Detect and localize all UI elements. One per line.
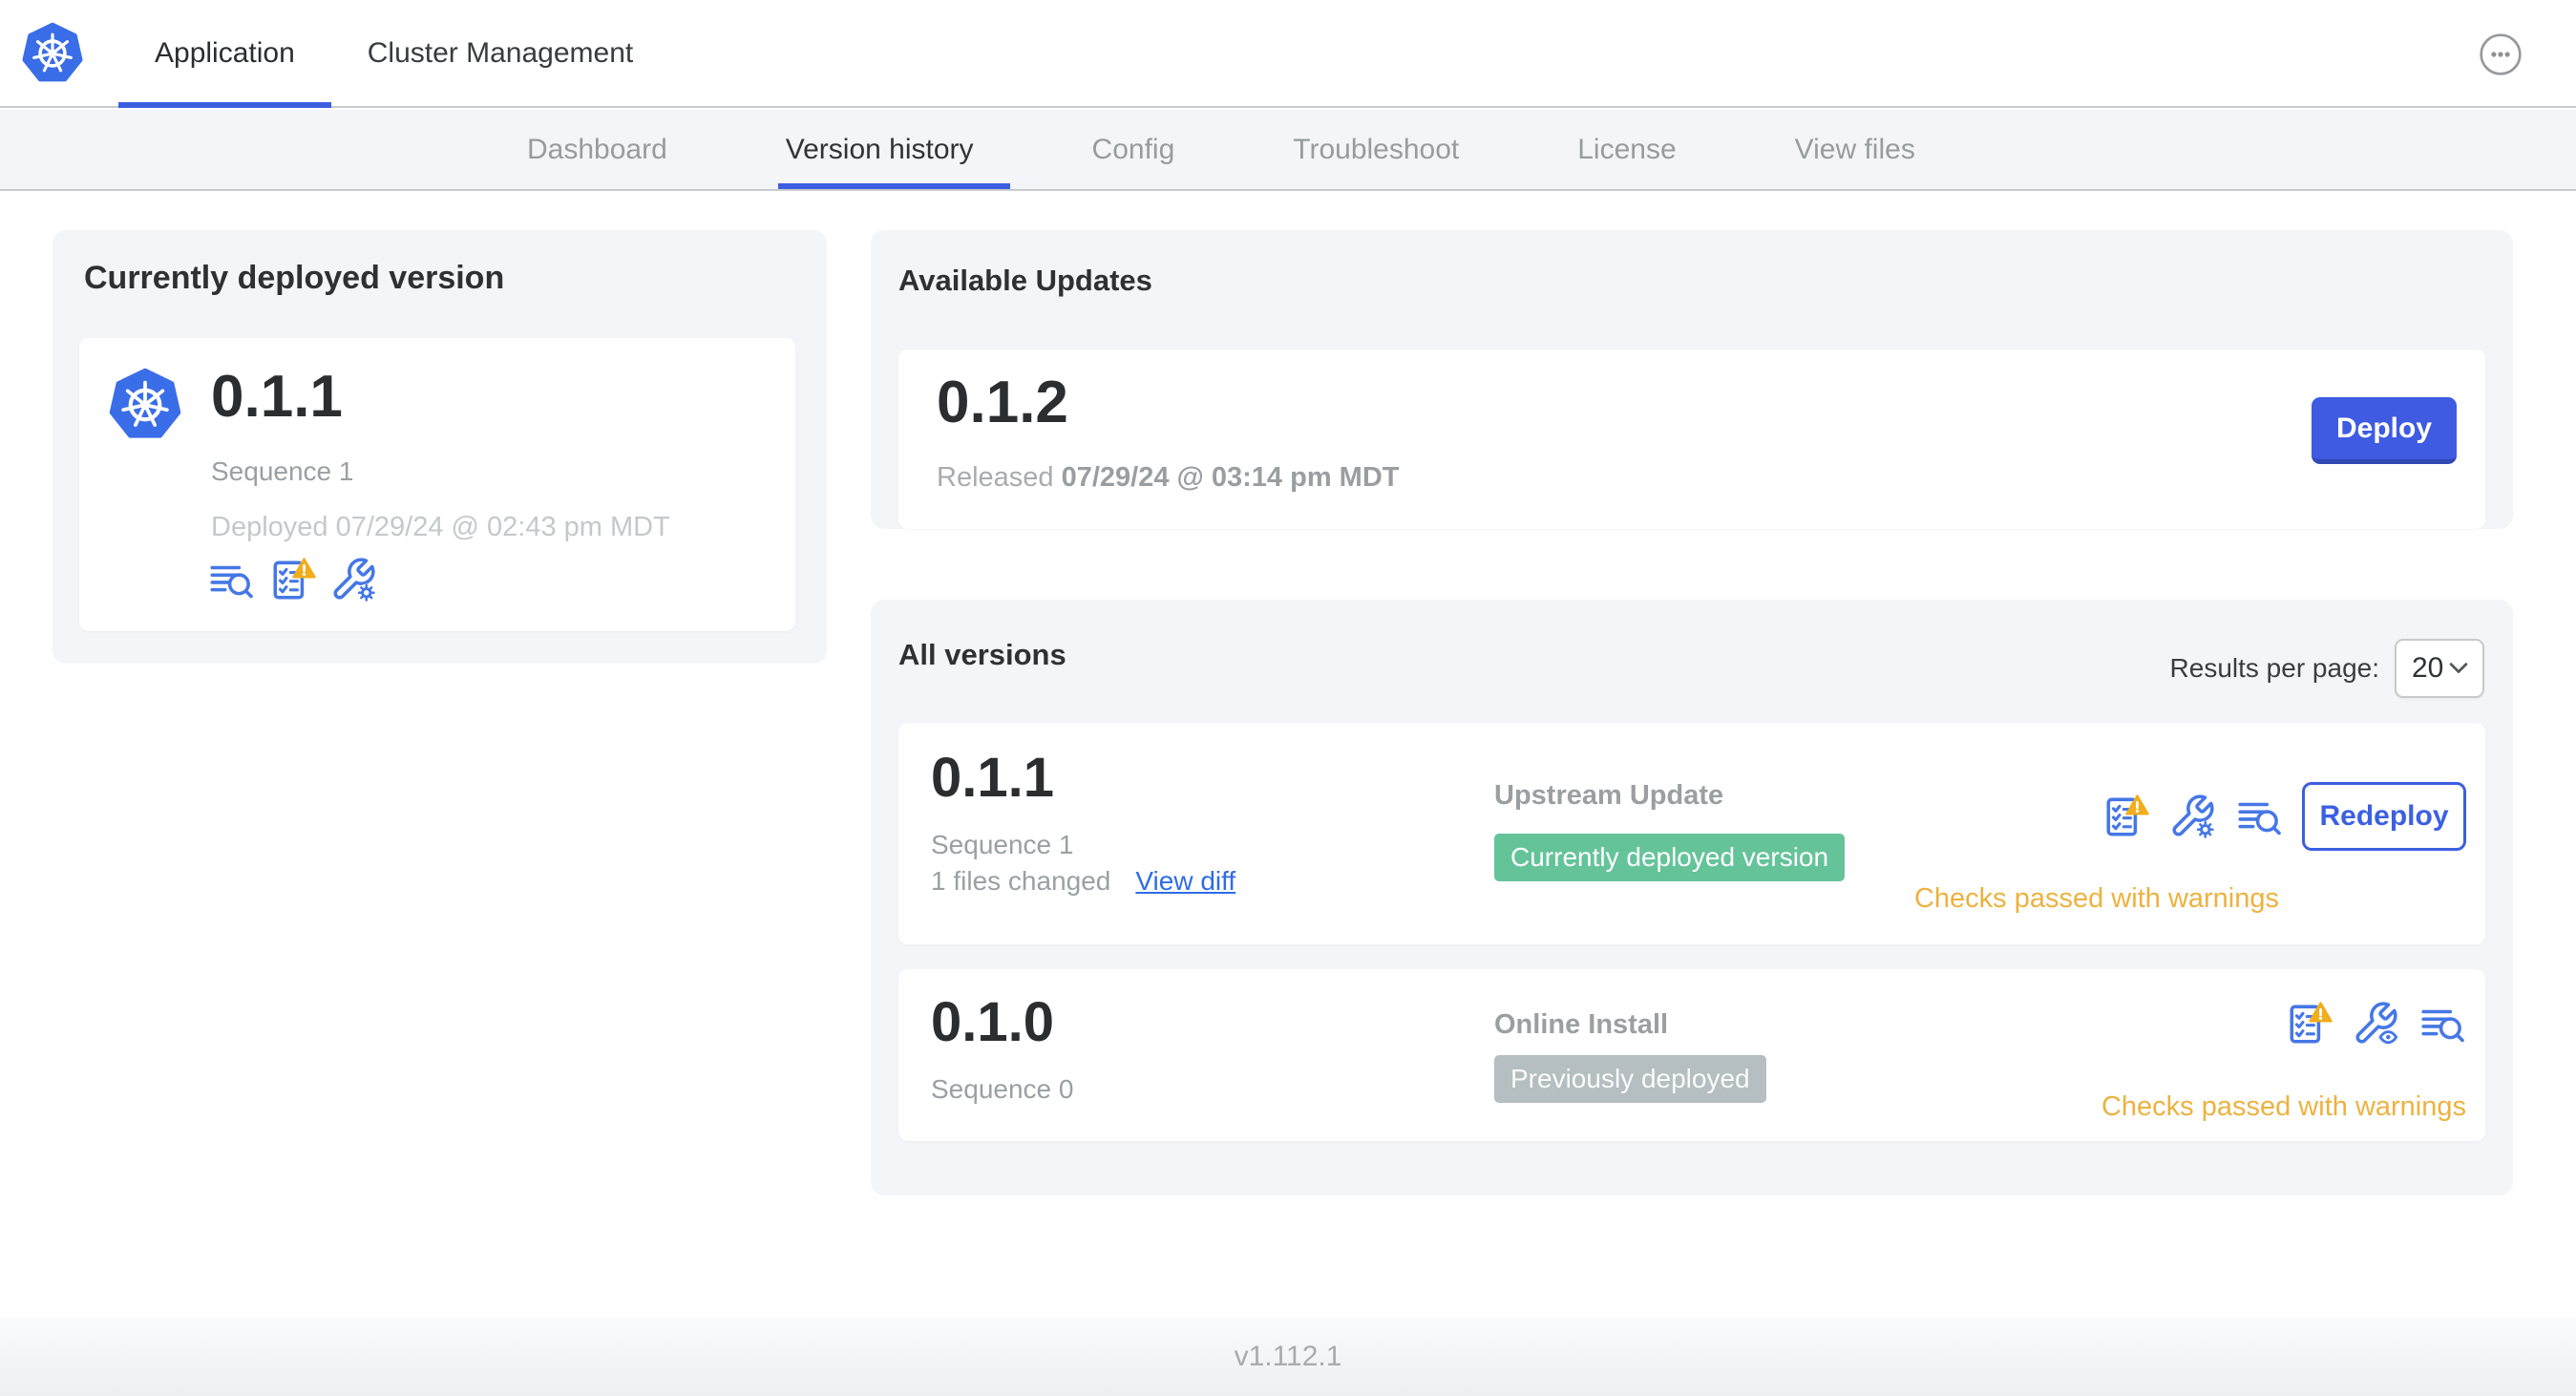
deployed-version-number: 0.1.1 [211, 364, 343, 430]
app-footer: v1.112.1 [0, 1318, 2576, 1396]
currently-deployed-title: Currently deployed version [84, 260, 505, 296]
update-released-timestamp: Released 07/29/24 @ 03:14 pm MDT [937, 462, 1400, 493]
results-per-page-control: Results per page: 20 [2170, 639, 2484, 698]
all-versions-title: All versions [898, 638, 1066, 671]
row-sequence: Sequence 0 [931, 1074, 1074, 1104]
tab-version-history[interactable]: Version history [727, 110, 1033, 189]
row-source: Online Install [1494, 1009, 1669, 1040]
all-versions-card: All versions Results per page: 20 0.1.1 … [871, 600, 2513, 1195]
app-subnav: Dashboard Version history Config Trouble… [0, 110, 2576, 191]
tab-cluster-management[interactable]: Cluster Management [331, 0, 669, 106]
results-per-page-select[interactable]: 20 [2395, 639, 2484, 698]
more-menu-button[interactable] [2479, 32, 2523, 76]
tab-dashboard[interactable]: Dashboard [468, 110, 727, 189]
row-sequence: Sequence 1 [931, 830, 1074, 859]
checks-status-text[interactable]: Checks passed with warnings [2101, 1091, 2466, 1123]
available-updates-card: Available Updates 0.1.2 Released 07/29/2… [871, 230, 2513, 529]
preflight-checks-warning-icon[interactable] [2285, 1000, 2333, 1047]
ellipsis-circle-icon [2479, 32, 2523, 76]
status-badge: Currently deployed version [1494, 834, 1846, 881]
checks-status-text[interactable]: Checks passed with warnings [1914, 883, 2279, 915]
available-updates-title: Available Updates [898, 264, 1152, 297]
view-config-icon[interactable] [2352, 1000, 2399, 1047]
app-header: Application Cluster Management [0, 0, 2576, 108]
tab-application[interactable]: Application [118, 0, 331, 108]
status-badge: Previously deployed [1494, 1055, 1766, 1103]
deploy-button[interactable]: Deploy [2312, 397, 2457, 464]
row-actions [2285, 1000, 2466, 1047]
preflight-checks-warning-icon[interactable] [2101, 793, 2149, 840]
edit-config-icon[interactable] [2168, 793, 2216, 840]
row-version-number: 0.1.0 [931, 991, 1054, 1053]
results-per-page-label: Results per page: [2169, 653, 2379, 683]
release-notes-icon[interactable] [207, 556, 255, 603]
currently-deployed-version-card: 0.1.1 Sequence 1 Deployed 07/29/24 @ 02:… [79, 338, 795, 631]
console-version: v1.112.1 [1234, 1341, 1342, 1372]
available-update-row: 0.1.2 Released 07/29/24 @ 03:14 pm MDT D… [898, 349, 2485, 529]
release-notes-icon[interactable] [2418, 1000, 2466, 1047]
chevron-down-icon [2448, 662, 2469, 675]
update-version-number: 0.1.2 [937, 370, 1068, 435]
deployed-sequence: Sequence 1 [211, 456, 354, 486]
preflight-checks-warning-icon[interactable] [268, 556, 316, 603]
version-row-0-1-1: 0.1.1 Sequence 1 1 files changed View di… [898, 723, 2485, 944]
tab-troubleshoot[interactable]: Troubleshoot [1234, 110, 1518, 189]
edit-config-icon[interactable] [329, 556, 377, 603]
row-version-number: 0.1.1 [931, 747, 1054, 809]
release-notes-icon[interactable] [2235, 793, 2283, 840]
kubernetes-logo-icon [21, 19, 84, 88]
tab-config[interactable]: Config [1033, 110, 1235, 189]
row-actions: Redeploy [2101, 782, 2466, 851]
view-diff-link[interactable]: View diff [1135, 866, 1235, 897]
header-tabs: Application Cluster Management [118, 0, 669, 108]
deployed-version-actions [207, 556, 377, 603]
row-source: Upstream Update [1494, 780, 1724, 811]
kubernetes-app-icon [108, 365, 182, 445]
redeploy-button[interactable]: Redeploy [2302, 782, 2466, 851]
currently-deployed-card: Currently deployed version 0.1.1 Sequenc… [53, 230, 827, 664]
version-row-0-1-0: 0.1.0 Sequence 0 Online Install Previous… [898, 969, 2485, 1141]
deployed-timestamp: Deployed 07/29/24 @ 02:43 pm MDT [211, 512, 670, 542]
tab-license[interactable]: License [1518, 110, 1735, 189]
row-files-changed: 1 files changed View diff [931, 866, 1236, 897]
tab-view-files[interactable]: View files [1736, 110, 1974, 189]
